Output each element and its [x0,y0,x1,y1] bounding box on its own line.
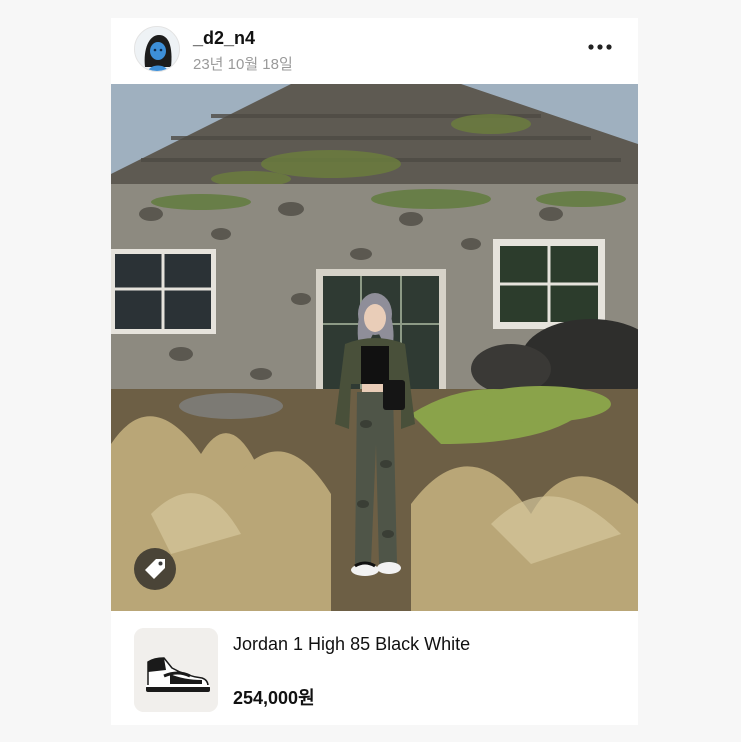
product-price: 254,000원 [233,688,315,708]
sneaker-image [134,628,218,712]
post-photo-illustration [111,84,638,611]
post-photo[interactable] [111,84,638,611]
post-card: _d2_n4 23년 10월 18일 Jordan 1 High 85 Blac… [111,18,638,725]
product-item[interactable]: Jordan 1 High 85 Black White 254,000원 [111,611,638,725]
product-name[interactable]: Jordan 1 High 85 Black White [233,634,470,655]
post-date: 23년 10월 18일 [193,56,293,73]
price-tag-icon [145,559,165,579]
username[interactable]: _d2_n4 [193,28,255,49]
more-dots-icon [588,44,612,50]
product-tag-button[interactable] [134,548,176,590]
product-thumbnail[interactable] [134,628,218,712]
avatar-image [135,27,179,71]
post-header: _d2_n4 23년 10월 18일 [111,18,638,84]
avatar[interactable] [134,26,180,72]
more-button[interactable] [583,32,617,62]
